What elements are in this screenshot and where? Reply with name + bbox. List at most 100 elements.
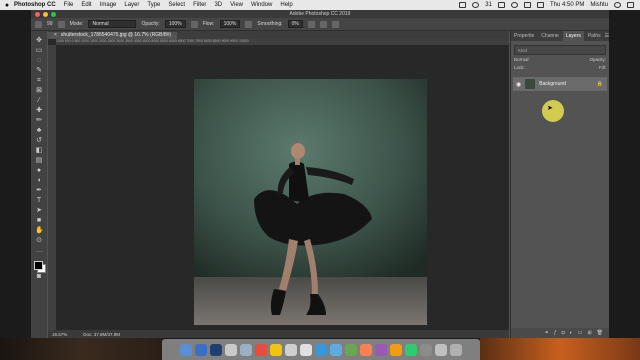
apple-menu-icon[interactable]: ● <box>0 2 14 9</box>
lock-icon[interactable]: 🔒 <box>597 81 603 87</box>
dock-app-icon[interactable] <box>390 343 402 356</box>
tab-channels[interactable]: Channe <box>538 31 562 41</box>
marquee-icon[interactable]: ▭ <box>35 47 43 55</box>
dock-app-icon[interactable] <box>345 343 357 356</box>
zoom-level[interactable]: 16.67% <box>52 332 67 337</box>
brush-settings-icon[interactable] <box>57 20 65 28</box>
hand-icon[interactable]: ✋ <box>35 227 44 235</box>
airbrush-icon[interactable] <box>245 20 253 28</box>
trash-icon[interactable]: 🗑 <box>597 330 603 336</box>
type-icon[interactable]: T <box>35 197 43 205</box>
menu-item-filter[interactable]: Filter <box>193 2 206 8</box>
symmetry-icon[interactable] <box>331 20 339 28</box>
menu-item-app[interactable]: Photoshop CC <box>14 2 56 8</box>
menu-item-help[interactable]: Help <box>280 2 292 8</box>
dock-app-icon[interactable] <box>375 343 387 356</box>
upload-icon[interactable] <box>497 2 505 8</box>
clock[interactable]: Thu 4:50 PM <box>550 2 584 8</box>
dock-app-icon[interactable] <box>420 343 432 356</box>
crop-icon[interactable]: ⌗ <box>35 77 43 85</box>
brush-tool-icon[interactable] <box>35 20 42 28</box>
dock-app-icon[interactable] <box>315 343 327 356</box>
fx-icon[interactable]: ƒ <box>554 330 557 336</box>
brush-size[interactable]: 99 <box>47 21 53 27</box>
history-brush-icon[interactable]: ↺ <box>35 137 43 145</box>
menu-item-type[interactable]: Type <box>147 2 160 8</box>
gradient-icon[interactable]: ▤ <box>35 157 43 165</box>
adjustment-icon[interactable]: ◐ <box>570 330 573 336</box>
mask-icon[interactable]: ◘ <box>562 330 565 336</box>
screen-icon[interactable] <box>459 2 467 8</box>
brush-icon[interactable]: ✏ <box>35 117 43 125</box>
document-tab-close[interactable]: × <box>54 32 57 39</box>
menu-item-select[interactable]: Select <box>168 2 185 8</box>
shape-icon[interactable]: ■ <box>35 217 43 225</box>
dock-app-icon[interactable] <box>180 343 192 356</box>
clone-icon[interactable]: ♣ <box>35 127 43 135</box>
foreground-color-swatch[interactable] <box>34 261 43 270</box>
frame-icon[interactable]: ⊠ <box>35 87 43 95</box>
menu-item-3d[interactable]: 3D <box>214 2 222 8</box>
eye-icon[interactable]: ◉ <box>516 81 521 88</box>
user-name[interactable]: Mishtu <box>590 2 608 8</box>
blur-icon[interactable]: ● <box>35 167 43 175</box>
menu-item-window[interactable]: Window <box>251 2 272 8</box>
smoothing-input[interactable]: 0% <box>287 20 303 28</box>
blend-mode-select[interactable]: Normal <box>514 57 529 64</box>
pressure-opacity-icon[interactable] <box>190 20 198 28</box>
dock-app-icon[interactable] <box>255 343 267 356</box>
dock-app-icon[interactable] <box>435 343 447 356</box>
menu-item-layer[interactable]: Layer <box>124 2 139 8</box>
layer-filter[interactable]: Kind <box>514 45 606 55</box>
tab-properties[interactable]: Propertie <box>511 31 537 41</box>
dock-app-icon[interactable] <box>225 343 237 356</box>
path-select-icon[interactable]: ➤ <box>35 207 43 215</box>
menu-item-edit[interactable]: Edit <box>81 2 91 8</box>
link-icon[interactable]: ⚭ <box>545 330 549 336</box>
dock-app-icon[interactable] <box>300 343 312 356</box>
pen-icon[interactable]: ✒ <box>35 187 43 195</box>
zoom-icon[interactable]: ⊙ <box>35 237 43 245</box>
filter-kind-label[interactable]: Kind <box>518 48 527 53</box>
document-tab[interactable]: × shutterstock_1786540475.jpg @ 16.7% (R… <box>48 32 178 39</box>
eraser-icon[interactable]: ◧ <box>35 147 43 155</box>
color-swatches[interactable] <box>34 261 46 273</box>
opacity-input[interactable]: 100% <box>164 20 186 28</box>
dock-app-icon[interactable] <box>360 343 372 356</box>
menu-item-file[interactable]: File <box>64 2 74 8</box>
more-icon[interactable]: … <box>35 247 43 255</box>
flow-input[interactable]: 100% <box>219 20 241 28</box>
wifi-icon[interactable] <box>523 2 531 8</box>
pressure-size-icon[interactable] <box>319 20 327 28</box>
move-icon[interactable]: ✥ <box>35 37 43 45</box>
lasso-icon[interactable]: ◌ <box>35 57 43 65</box>
tab-layers[interactable]: Layers <box>562 31 584 41</box>
quick-select-icon[interactable]: ✎ <box>35 67 43 75</box>
quick-mask-icon[interactable]: ◙ <box>35 273 43 281</box>
dock-app-icon[interactable] <box>195 343 207 356</box>
menu-item-image[interactable]: Image <box>100 2 117 8</box>
menu-item-view[interactable]: View <box>230 2 243 8</box>
search-icon[interactable] <box>614 2 621 8</box>
layer-row-background[interactable]: ◉ Background 🔒 <box>513 77 607 91</box>
battery-icon[interactable] <box>536 2 544 8</box>
dock-app-icon[interactable] <box>210 343 222 356</box>
layer-name[interactable]: Background <box>539 81 566 87</box>
eyedropper-icon[interactable]: ⁄ <box>35 97 43 105</box>
dodge-icon[interactable]: ◖ <box>35 177 43 185</box>
new-layer-icon[interactable]: ⊞ <box>587 330 591 336</box>
doc-info[interactable]: Doc: 37.9M/37.9M <box>83 332 120 337</box>
tab-paths[interactable]: Paths <box>585 31 604 41</box>
dock-app-icon[interactable] <box>240 343 252 356</box>
mode-select[interactable]: Normal <box>88 20 137 28</box>
canvas[interactable] <box>56 45 509 330</box>
dock-app-icon[interactable] <box>405 343 417 356</box>
healing-icon[interactable]: ✚ <box>35 107 43 115</box>
ballet-dancer-photo[interactable] <box>194 79 427 325</box>
panel-menu-icon[interactable]: ☰ <box>605 33 612 39</box>
dock-app-icon[interactable] <box>285 343 297 356</box>
dock-app-icon[interactable] <box>450 343 462 356</box>
camera-icon[interactable] <box>472 2 480 8</box>
notification-center-icon[interactable] <box>627 2 634 8</box>
group-icon[interactable]: ▭ <box>578 330 583 336</box>
